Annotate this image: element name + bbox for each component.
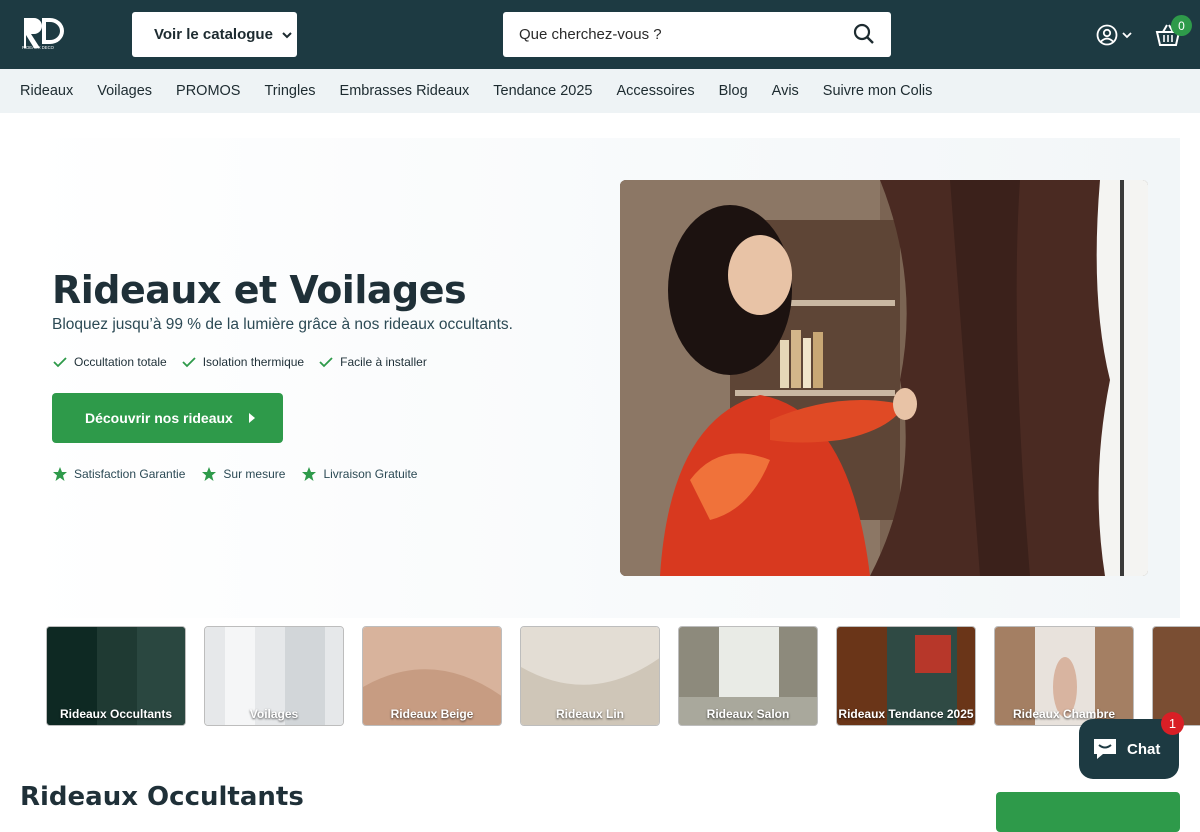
hero-image bbox=[620, 180, 1148, 576]
checkmark-icon bbox=[319, 357, 333, 368]
feature-item: Facile à installer bbox=[318, 354, 427, 370]
star-icon bbox=[302, 467, 317, 481]
feature-label: Facile à installer bbox=[340, 355, 427, 369]
category-label: Rideaux Lin bbox=[555, 707, 624, 721]
nav-item-voilages[interactable]: Voilages bbox=[97, 83, 152, 99]
assurance-label: Livraison Gratuite bbox=[323, 467, 418, 481]
cta-label: Découvrir nos rideaux bbox=[85, 410, 233, 426]
category-image bbox=[1153, 627, 1200, 725]
discover-curtains-button[interactable]: Découvrir nos rideaux bbox=[52, 393, 283, 443]
feature-item: Isolation thermique bbox=[181, 354, 304, 370]
category-card-tendance[interactable]: Rideaux Tendance 2025 bbox=[836, 626, 976, 726]
category-label: Rideaux Tendance 2025 bbox=[838, 707, 974, 721]
search-bar bbox=[503, 12, 891, 57]
caret-right-icon bbox=[248, 413, 255, 423]
nav-item-suivre-colis[interactable]: Suivre mon Colis bbox=[823, 83, 933, 99]
nav-item-tendance[interactable]: Tendance 2025 bbox=[493, 83, 592, 99]
nav-item-tringles[interactable]: Tringles bbox=[264, 83, 315, 99]
star-icon bbox=[53, 467, 67, 481]
nav-item-accessoires[interactable]: Accessoires bbox=[616, 83, 694, 99]
category-label: Voilages bbox=[249, 707, 299, 721]
section-button[interactable] bbox=[996, 792, 1180, 832]
category-label: Rideaux Salon bbox=[706, 707, 790, 721]
category-card-occultants[interactable]: Rideaux Occultants bbox=[46, 626, 186, 726]
assurance-item: Sur mesure bbox=[201, 466, 285, 482]
assurance-item: Satisfaction Garantie bbox=[52, 466, 185, 482]
nav-item-embrasses[interactable]: Embrasses Rideaux bbox=[340, 83, 470, 99]
nav-item-promos[interactable]: PROMOS bbox=[176, 83, 240, 99]
search-icon[interactable] bbox=[853, 23, 875, 45]
hero-features: Occultation totale Isolation thermique F… bbox=[52, 354, 427, 370]
feature-item: Occultation totale bbox=[52, 354, 167, 370]
hero-subtitle: Bloquez jusqu’à 99 % de la lumière grâce… bbox=[52, 316, 513, 333]
checkmark-icon bbox=[53, 357, 67, 368]
user-icon bbox=[1096, 24, 1118, 46]
svg-text:RIDEAUX DECO: RIDEAUX DECO bbox=[22, 45, 55, 50]
rideaux-deco-logo[interactable]: RIDEAUX DECO bbox=[22, 16, 66, 50]
checkmark-icon bbox=[182, 357, 196, 368]
feature-label: Occultation totale bbox=[74, 355, 167, 369]
chat-bubble-icon bbox=[1094, 739, 1116, 759]
hero-assurances: Satisfaction Garantie Sur mesure Livrais… bbox=[52, 466, 417, 482]
top-bar: RIDEAUX DECO Voir le catalogue 0 bbox=[0, 0, 1200, 69]
category-label: Rideaux Occultants bbox=[59, 707, 173, 721]
category-card-chambre[interactable]: Rideaux Chambre bbox=[994, 626, 1134, 726]
nav-item-avis[interactable]: Avis bbox=[772, 83, 799, 99]
search-input[interactable] bbox=[503, 26, 833, 43]
chat-notification-badge: 1 bbox=[1161, 712, 1184, 735]
assurance-item: Livraison Gratuite bbox=[301, 466, 417, 482]
chat-label: Chat bbox=[1127, 740, 1161, 758]
main-nav: Rideaux Voilages PROMOS Tringles Embrass… bbox=[0, 69, 1200, 113]
nav-item-rideaux[interactable]: Rideaux bbox=[20, 83, 73, 99]
assurance-label: Satisfaction Garantie bbox=[74, 467, 186, 481]
feature-label: Isolation thermique bbox=[202, 355, 305, 369]
category-carousel: Rideaux Occultants Voilages Rideaux Beig… bbox=[46, 626, 1200, 726]
category-card-lin[interactable]: Rideaux Lin bbox=[520, 626, 660, 726]
chevron-down-icon bbox=[282, 31, 292, 38]
account-menu[interactable] bbox=[1096, 23, 1136, 47]
category-card-salon[interactable]: Rideaux Salon bbox=[678, 626, 818, 726]
category-card-partial[interactable] bbox=[1152, 626, 1200, 726]
nav-item-blog[interactable]: Blog bbox=[719, 83, 748, 99]
assurance-label: Sur mesure bbox=[223, 467, 286, 481]
chevron-down-icon bbox=[1122, 32, 1132, 39]
section-title: Rideaux Occultants bbox=[20, 782, 304, 812]
star-icon bbox=[202, 467, 217, 481]
category-card-voilages[interactable]: Voilages bbox=[204, 626, 344, 726]
category-card-beige[interactable]: Rideaux Beige bbox=[362, 626, 502, 726]
category-label: Rideaux Beige bbox=[390, 707, 474, 721]
cart-count-badge: 0 bbox=[1171, 15, 1192, 36]
hero-title: Rideaux et Voilages bbox=[52, 268, 467, 312]
catalog-button[interactable]: Voir le catalogue bbox=[132, 12, 297, 57]
catalog-button-label: Voir le catalogue bbox=[154, 26, 273, 43]
